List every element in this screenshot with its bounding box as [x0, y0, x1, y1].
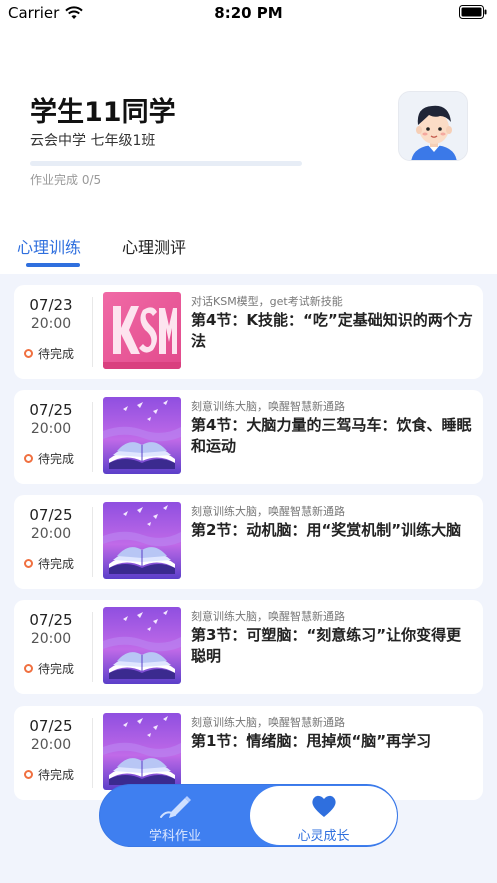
lesson-course-subtitle: 对话KSM模型，get考试新技能	[191, 295, 343, 308]
lesson-thumbnail	[103, 607, 181, 684]
lesson-status: 待完成	[24, 660, 74, 677]
pending-dot-icon	[24, 349, 33, 358]
active-tab-indicator	[26, 263, 80, 267]
student-avatar-icon	[399, 92, 467, 160]
card-divider	[92, 507, 93, 577]
tab-psych-assessment[interactable]: 心理测评	[122, 234, 186, 258]
lesson-status-label: 待完成	[38, 662, 75, 676]
lesson-status-label: 待完成	[38, 557, 75, 571]
bottom-nav: 学科作业 心灵成长	[99, 784, 398, 847]
nav-mind-growth[interactable]: 心灵成长	[250, 786, 397, 845]
lesson-time: 20:00	[30, 316, 72, 332]
nav-subject-homework-label: 学科作业	[148, 829, 201, 844]
lesson-card[interactable]: 07/25 20:00 待完成 刻意训练大脑，唤醒智慧新通路第4节：大脑力量的三驾马车…	[14, 390, 483, 484]
lesson-thumbnail	[103, 292, 181, 369]
nav-subject-homework[interactable]: 学科作业	[100, 785, 250, 846]
lesson-card[interactable]: 07/25 20:00 待完成 刻意训练大脑，唤醒智慧新通路第3节：可塑脑：“刻意练习…	[14, 600, 483, 694]
pending-dot-icon	[24, 559, 33, 568]
card-divider	[92, 718, 93, 788]
lesson-title: 第3节：可塑脑：“刻意练习”让你变得更聪明	[191, 626, 462, 665]
lesson-status: 待完成	[24, 555, 74, 572]
lesson-thumbnail	[103, 713, 181, 790]
lesson-thumbnail	[103, 502, 181, 579]
lesson-time: 20:00	[30, 737, 72, 753]
student-name: 学生11同学	[30, 97, 176, 128]
lesson-status: 待完成	[24, 766, 74, 783]
lesson-title: 第2节：动机脑：用“奖赏机制”训练大脑	[191, 521, 462, 539]
heart-icon	[311, 795, 336, 817]
battery-icon	[459, 5, 487, 19]
avatar[interactable]	[398, 91, 468, 161]
lesson-status: 待完成	[24, 450, 74, 467]
pencil-icon	[160, 796, 191, 818]
lesson-course-subtitle: 刻意训练大脑，唤醒智慧新通路	[191, 400, 345, 413]
status-time: 8:20 PM	[214, 4, 283, 22]
lesson-thumbnail	[103, 397, 181, 474]
lesson-status-label: 待完成	[38, 768, 75, 782]
status-bar: Carrier 8:20 PM	[0, 0, 497, 26]
pending-dot-icon	[24, 454, 33, 463]
lesson-title: 第1节：情绪脑：甩掉烦“脑”再学习	[191, 732, 432, 750]
lesson-time: 20:00	[30, 421, 72, 437]
lesson-title: 第4节：大脑力量的三驾马车：饮食、睡眠和运动	[191, 416, 472, 455]
school-class-info: 云会中学 七年级1班	[30, 133, 156, 149]
lesson-time: 20:00	[30, 631, 72, 647]
lesson-date: 07/25	[29, 717, 73, 735]
tab-psych-training[interactable]: 心理训练	[17, 234, 81, 258]
homework-progress-text: 作业完成 0/5	[30, 173, 102, 187]
lesson-time: 20:00	[30, 526, 72, 542]
lesson-card[interactable]: 07/25 20:00 待完成 刻意训练大脑，唤醒智慧新通路第2节：动机脑：用“奖赏机…	[14, 495, 483, 589]
pending-dot-icon	[24, 664, 33, 673]
lesson-date: 07/25	[29, 401, 73, 419]
homework-progress-bar	[30, 161, 302, 166]
lesson-status-label: 待完成	[38, 347, 75, 361]
lesson-status: 待完成	[24, 345, 74, 362]
lesson-date: 07/25	[29, 611, 73, 629]
card-divider	[92, 612, 93, 682]
lesson-course-subtitle: 刻意训练大脑，唤醒智慧新通路	[191, 610, 345, 623]
lesson-card[interactable]: 07/23 20:00 待完成 对话KSM模型，get考试新技能第4节：K技能：“吃”…	[14, 285, 483, 379]
lesson-title: 第4节：K技能：“吃”定基础知识的两个方法	[191, 311, 473, 350]
lesson-course-subtitle: 刻意训练大脑，唤醒智慧新通路	[191, 505, 345, 518]
lesson-status-label: 待完成	[38, 452, 75, 466]
lesson-date: 07/25	[29, 506, 73, 524]
card-divider	[92, 297, 93, 367]
lesson-course-subtitle: 刻意训练大脑，唤醒智慧新通路	[191, 716, 345, 729]
nav-mind-growth-label: 心灵成长	[297, 829, 350, 844]
lesson-date: 07/23	[29, 296, 73, 314]
pending-dot-icon	[24, 770, 33, 779]
card-divider	[92, 402, 93, 472]
